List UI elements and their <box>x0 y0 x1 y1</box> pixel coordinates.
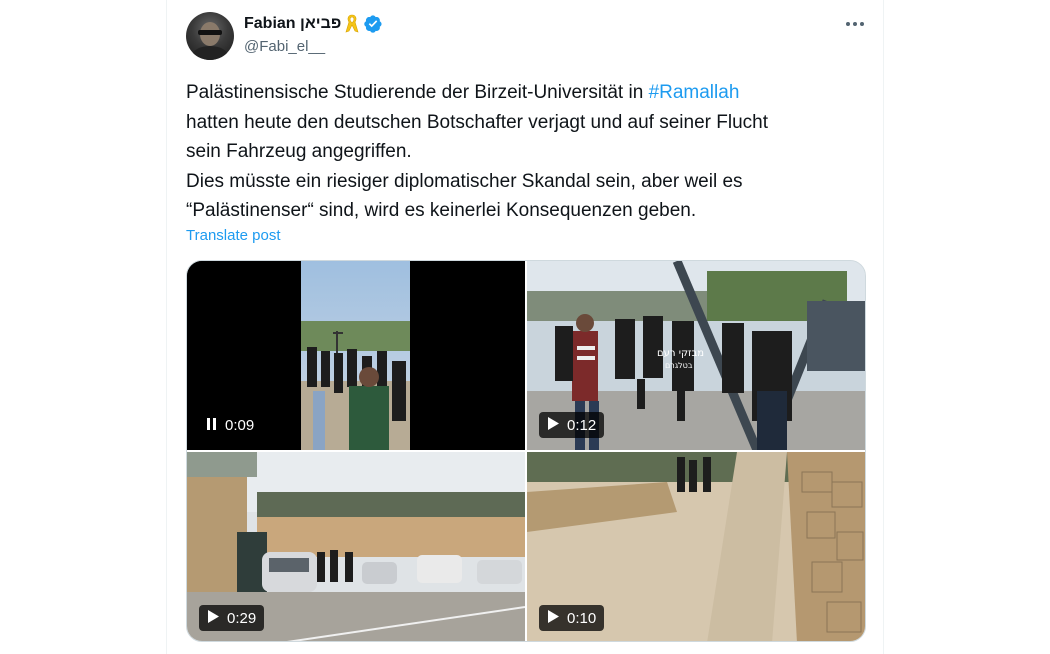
svg-text:מבזקי רעם: מבזקי רעם <box>657 348 704 359</box>
post-text-line: hatten heute den deutschen Botschafter v… <box>186 111 768 133</box>
video-tile-2[interactable]: מבזקי רעם בטלגרם 0:12 <box>527 261 865 450</box>
post-text-line: “Palästinenser“ sind, wird es keinerlei … <box>186 200 697 221</box>
media-grid: 0:09 מבזקי רעם בטלגרם 0:12 0:29 0:10 <box>186 260 866 642</box>
video-duration: 0:10 <box>567 609 597 627</box>
play-icon[interactable] <box>547 416 559 434</box>
pause-icon[interactable] <box>207 417 217 434</box>
video-tile-1[interactable]: 0:09 <box>187 261 525 450</box>
more-horizontal-icon[interactable] <box>841 12 869 36</box>
post-text-line: Palästinensische Studierende der Birzeit… <box>186 78 866 108</box>
video-duration-badge: 0:12 <box>539 412 605 438</box>
post-text-line: Dies müsste ein riesiger diplomatischer … <box>186 170 743 192</box>
video-duration-badge: 0:29 <box>199 605 265 631</box>
video-duration: 0:29 <box>227 609 257 627</box>
post-card: Fabian פביאן @Fabi_el__ Palästinensische… <box>166 0 884 654</box>
video-duration: 0:12 <box>567 416 597 434</box>
video-tile-4[interactable]: 0:10 <box>527 452 865 641</box>
yellow-ribbon-icon <box>345 14 359 34</box>
author-name-row: Fabian פביאן <box>244 13 383 35</box>
hashtag-link[interactable]: #Ramallah <box>649 82 740 103</box>
verified-badge-icon[interactable] <box>363 14 383 34</box>
author-handle[interactable]: @Fabi_el__ <box>244 38 325 55</box>
video-duration-badge: 0:09 <box>199 412 262 438</box>
post-text-line: sein Fahrzeug angegriffen. <box>186 141 412 162</box>
author-avatar[interactable] <box>186 12 234 60</box>
author-display-name[interactable]: Fabian פביאן <box>244 15 341 33</box>
video-duration: 0:09 <box>225 416 255 434</box>
post-text-segment: Palästinensische Studierende der Birzeit… <box>186 82 649 103</box>
svg-text:בטלגרם: בטלגרם <box>665 361 693 370</box>
post-text: Palästinensische Studierende der Birzeit… <box>186 78 866 226</box>
translate-post-link[interactable]: Translate post <box>186 227 281 244</box>
play-icon[interactable] <box>207 609 219 627</box>
video-duration-badge: 0:10 <box>539 605 605 631</box>
video-tile-3[interactable]: 0:29 <box>187 452 525 641</box>
play-icon[interactable] <box>547 609 559 627</box>
